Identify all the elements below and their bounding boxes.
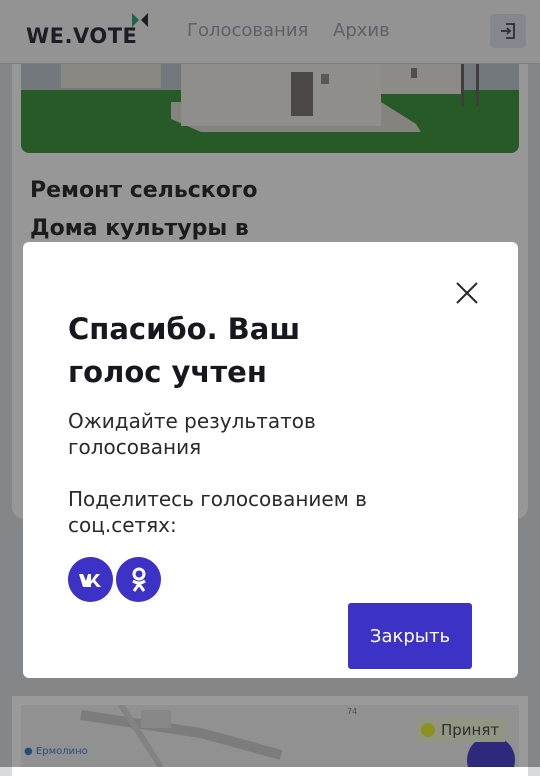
share-vk-button[interactable] [68,557,113,602]
modal-title: Спасибо. Ваш голос учтен [68,312,301,389]
odnoklassniki-icon [131,567,146,592]
close-icon[interactable] [455,281,479,305]
share-odnoklassniki-button[interactable] [116,557,161,602]
vk-icon [78,573,101,587]
modal-share-text: Поделитесь голосованием в соц.сетях: [68,487,367,537]
close-button[interactable]: Закрыть [348,603,472,669]
modal-wait-text: Ожидайте результатов голосования [68,409,316,459]
